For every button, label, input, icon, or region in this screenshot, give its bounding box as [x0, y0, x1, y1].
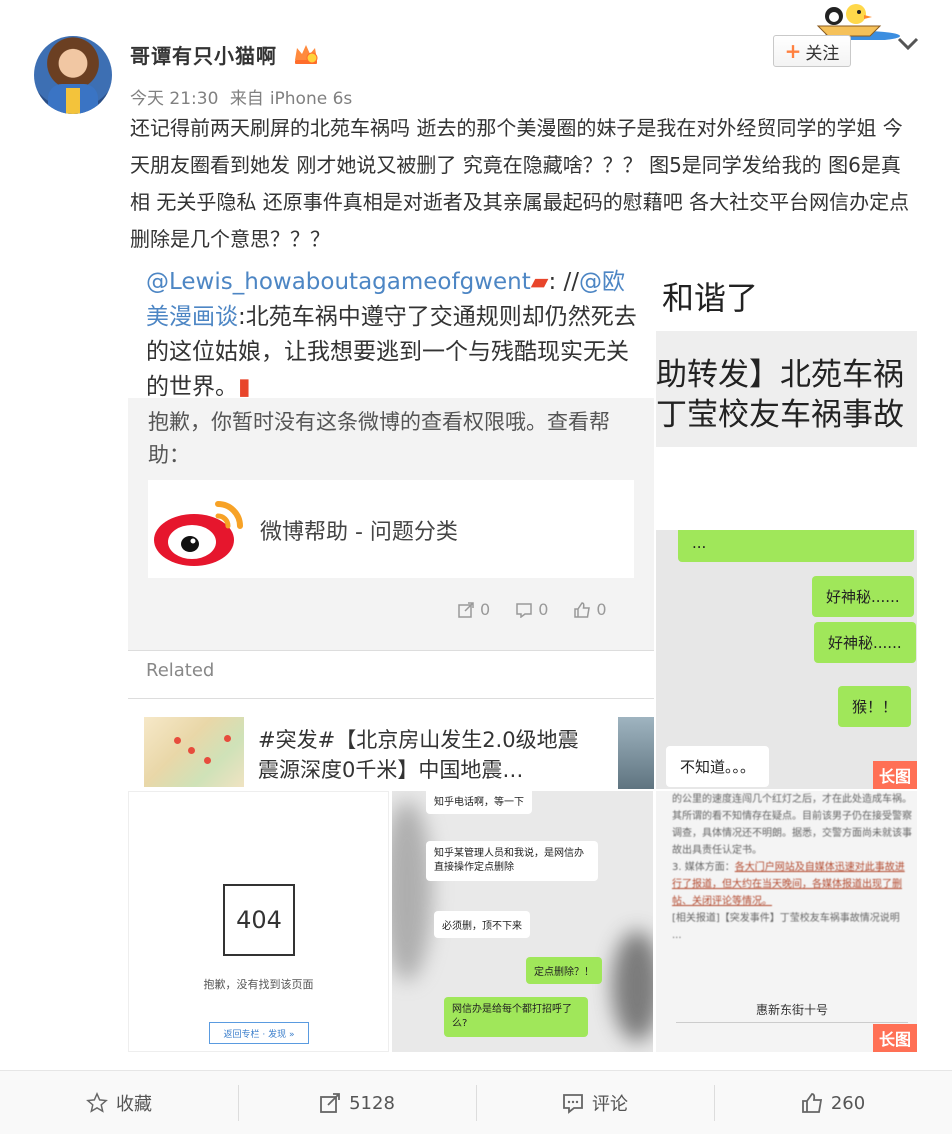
quote-separator: : //	[548, 269, 579, 295]
quote-mention-1[interactable]: @Lewis_howaboutagameofgwent	[146, 269, 531, 295]
duck-boat-decoration-icon	[816, 4, 900, 40]
article-heading: 3. 媒体方面：	[672, 862, 735, 873]
related-heading: Related	[146, 660, 215, 681]
post-image-5[interactable]: 知乎电话啊，等一下 知乎某管理人员和我说，是网信办直接操作定点删除 必须删，顶不…	[392, 791, 653, 1052]
no-permission-box: 抱歉，你暂时没有这条微博的查看权限哦。查看帮助： 微博帮助 - 问题分类 0 0…	[128, 398, 654, 650]
article-paragraph: 的公里的速度连闯几个红灯之后，才在此处造成车祸。其所谓的看不知情存在疑点。目前该…	[672, 794, 912, 856]
quoted-text: @Lewis_howaboutagameofgwent▰: //@欧美漫画谈:北…	[146, 265, 646, 405]
divider	[128, 650, 654, 651]
post-text: 还记得前两天刷屏的北苑车祸吗 逝去的那个美漫圈的妹子是我在对外经贸同学的学姐 今…	[130, 116, 910, 251]
inner-post-actions: 0 0 0	[458, 600, 607, 619]
post-image-4[interactable]: 404 抱歉，没有找到该页面 返回专栏 · 发现 »	[128, 791, 389, 1052]
inner-comment-count: 0	[538, 600, 549, 619]
like-count: 260	[830, 1092, 866, 1114]
inner-repost-count: 0	[480, 600, 491, 619]
chevron-down-icon[interactable]	[896, 36, 920, 52]
post-source[interactable]: iPhone 6s	[270, 89, 352, 109]
fire-emoji-icon: ▰	[530, 269, 549, 295]
repost-icon	[458, 601, 474, 618]
inner-like-count: 0	[596, 600, 607, 619]
chat-bubble: 好神秘......	[812, 576, 914, 617]
back-button: 返回专栏 · 发现 »	[209, 1022, 309, 1044]
weibo-logo-icon	[154, 501, 243, 566]
blur-region	[392, 801, 432, 981]
repost-count: 5128	[349, 1092, 395, 1114]
article-text: 的公里的速度连闯几个红灯之后，才在此处造成车祸。其所谓的看不知情存在疑点。目前该…	[672, 791, 912, 944]
like-button[interactable]: 260	[714, 1071, 952, 1134]
post-image-3[interactable]: ... 好神秘...... 好神秘...... 猴！！ 不知道。。。 长图	[656, 530, 917, 789]
article-location-bar: 惠新东街十号	[676, 997, 908, 1023]
follow-button[interactable]: + 关注	[773, 35, 851, 67]
chat-bubble: 猴！！	[838, 686, 912, 727]
weibo-post-card: 哥谭有只小猫啊 今天 21:30 来自 iPhone 6s + 关注 还记得前两天…	[0, 0, 952, 1134]
error-code: 404	[223, 884, 295, 956]
inner-comment[interactable]: 0	[516, 600, 548, 619]
chat-bubble: 好神秘......	[814, 622, 916, 663]
follow-label: 关注	[805, 43, 840, 64]
chat-bubble-text: 网信办是给每个都打招呼了么?	[452, 1004, 572, 1029]
favorite-button[interactable]: 收藏	[0, 1071, 238, 1134]
chat-bubble-text: 知乎某管理人员和我说，是网信办直接操作定点删除	[434, 848, 584, 873]
chat-bubble: 定点删除？！	[526, 957, 602, 984]
username[interactable]: 哥谭有只小猫啊	[130, 40, 277, 69]
repost-button[interactable]: 5128	[238, 1071, 476, 1134]
image-2-text-1: 和谐了	[662, 279, 759, 317]
image-2-text-3: 丁莹校友车祸事故	[656, 397, 904, 433]
comment-button[interactable]: 评论	[476, 1071, 714, 1134]
help-card[interactable]: 微博帮助 - 问题分类	[148, 480, 634, 578]
post-image-6[interactable]: 的公里的速度连闯几个红灯之后，才在此处造成车祸。其所谓的看不知情存在疑点。目前该…	[656, 791, 917, 1052]
chat-bubble: 网信办是给每个都打招呼了么?	[444, 997, 588, 1037]
star-icon	[86, 1092, 108, 1113]
related-news-title[interactable]: #突发#【北京房山发生2.0级地震 震源深度0千米】中国地震…	[258, 725, 588, 785]
post-image-1[interactable]: @Lewis_howaboutagameofgwent▰: //@欧美漫画谈:北…	[128, 265, 654, 789]
help-card-label: 微博帮助 - 问题分类	[260, 520, 458, 545]
no-permission-text: 抱歉，你暂时没有这条微博的查看权限哦。查看帮助：	[148, 410, 610, 467]
source-prefix: 来自	[229, 89, 264, 109]
long-image-badge: 长图	[872, 761, 917, 789]
article-reference: [相关报道]【突发事件】丁莹校友车祸事故情况说明 ...	[672, 913, 900, 941]
post-meta: 今天 21:30 来自 iPhone 6s	[130, 84, 358, 109]
error-message: 抱歉，没有找到该页面	[203, 978, 314, 991]
comment-icon	[563, 1094, 583, 1114]
candle-emoji-icon: ▮	[238, 374, 251, 400]
image-2-text-2: 助转发】北苑车祸	[656, 357, 904, 393]
thumbs-up-icon	[801, 1093, 822, 1113]
comment-icon	[516, 602, 532, 618]
inner-like[interactable]: 0	[574, 600, 607, 619]
post-action-bar: 收藏 5128 评论 260	[0, 1070, 952, 1134]
vip-crown-icon[interactable]	[292, 42, 320, 66]
post-time[interactable]: 今天 21:30	[130, 89, 218, 109]
chat-bubble: 知乎电话啊，等一下	[426, 791, 532, 814]
news-thumbnail[interactable]	[618, 717, 654, 789]
blur-region	[612, 931, 653, 1041]
thumbs-up-icon	[574, 601, 591, 618]
user-avatar[interactable]	[34, 36, 112, 114]
long-image-badge: 长图	[872, 1024, 917, 1052]
plus-icon: +	[784, 39, 802, 63]
divider	[128, 698, 654, 699]
comment-label: 评论	[592, 1094, 628, 1115]
favorite-label: 收藏	[116, 1094, 152, 1115]
chat-bubble: ...	[678, 530, 914, 562]
chat-bubble: 知乎某管理人员和我说，是网信办直接操作定点删除	[426, 841, 598, 881]
repost-icon	[320, 1093, 340, 1113]
chat-bubble: 必须删，顶不下来	[434, 911, 530, 938]
map-thumbnail[interactable]	[144, 717, 244, 787]
post-image-2[interactable]: 和谐了 助转发】北苑车祸 丁莹校友车祸事故	[656, 265, 917, 528]
inner-repost[interactable]: 0	[458, 600, 490, 619]
chat-bubble: 不知道。。。	[666, 746, 770, 787]
